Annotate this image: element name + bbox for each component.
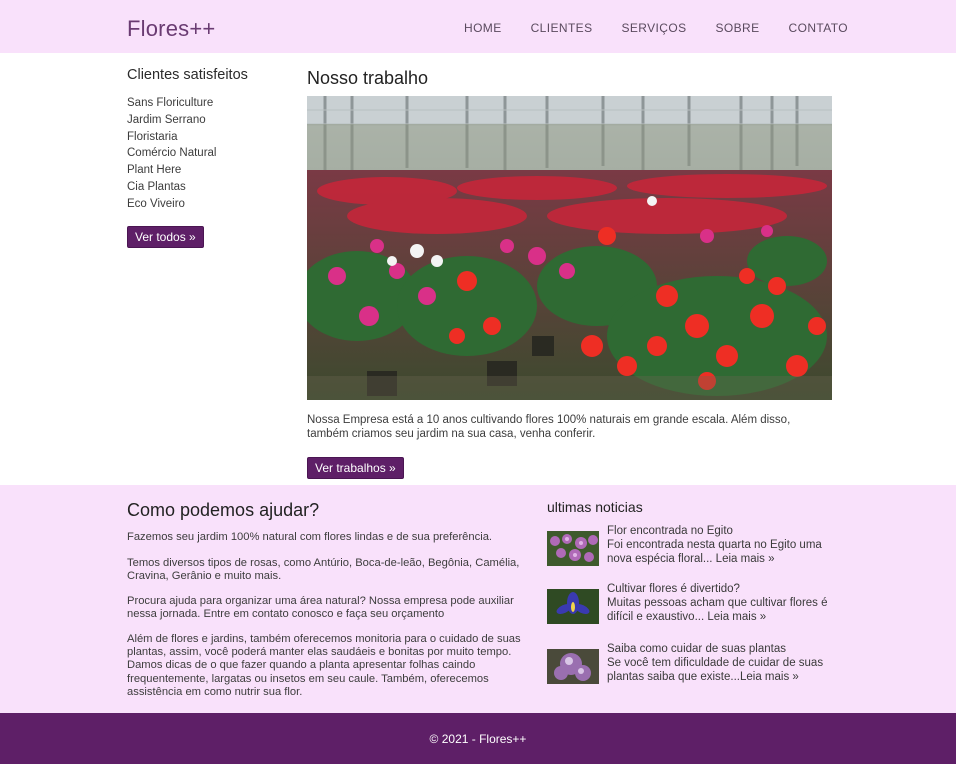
client-item: Jardim Serrano [127,113,206,126]
help-paragraph: Fazemos seu jardim 100% natural com flor… [127,531,493,543]
news-thumbnail [547,531,599,566]
nav-home[interactable]: HOME [464,21,502,35]
greenhouse-image [307,96,832,400]
client-item: Sans Floriculture [127,97,214,109]
client-item: Cia Plantas [127,180,186,193]
nav-clientes[interactable]: CLIENTES [531,21,593,35]
client-item: Eco Viveiro [127,197,185,210]
client-list: Sans Floriculture Jardim Serrano Florist… [127,95,216,213]
work-description: Nossa Empresa está a 10 anos cultivando … [307,414,791,440]
news-body: Se você tem dificuldade de cuidar de sua… [607,657,824,683]
site-footer: © 2021 - Flores++ [0,713,956,764]
work-title: Nosso trabalho [307,68,429,88]
news-headline: Saiba como cuidar de suas plantas [607,643,786,655]
news-headline: Cultivar flores é divertido? [607,583,740,595]
news-thumbnail [547,589,599,624]
client-item: Plant Here [127,164,182,177]
nav-sobre[interactable]: SOBRE [716,21,760,35]
client-item: Comércio Natural [127,147,217,160]
news-body: Foi encontrada nesta quarta no Egito uma… [607,539,822,565]
news-title: ultimas noticias [547,499,643,515]
help-title: Como podemos ajudar? [127,500,320,520]
see-works-button[interactable]: Ver trabalhos » [307,457,404,479]
see-all-clients-button[interactable]: Ver todos » [127,226,204,248]
copyright-text: © 2021 - Flores++ [429,732,527,746]
news-item[interactable]: Cultivar flores é divertido? Muitas pess… [547,583,837,634]
help-paragraph: Temos diversos tipos de rosas, como Antú… [127,557,520,583]
help-paragraph: Além de flores e jardins, também oferece… [127,633,521,698]
main-nav: HOME CLIENTES SERVIÇOS SOBRE CONTATO [464,21,877,35]
nav-servicos[interactable]: SERVIÇOS [622,21,687,35]
news-thumbnail [547,649,599,684]
help-paragraph: Procura ajuda para organizar uma área na… [127,595,514,621]
client-item: Floristaria [127,130,178,143]
news-item[interactable]: Flor encontrada no Egito Foi encontrada … [547,525,837,576]
news-body: Muitas pessoas acham que cultivar flores… [607,597,828,623]
news-headline: Flor encontrada no Egito [607,525,733,537]
nav-contato[interactable]: CONTATO [789,21,848,35]
news-item[interactable]: Saiba como cuidar de suas plantas Se voc… [547,643,837,694]
site-header: Flores++ HOME CLIENTES SERVIÇOS SOBRE CO… [0,0,956,53]
site-logo[interactable]: Flores++ [127,16,215,42]
clients-title: Clientes satisfeitos [127,67,248,83]
